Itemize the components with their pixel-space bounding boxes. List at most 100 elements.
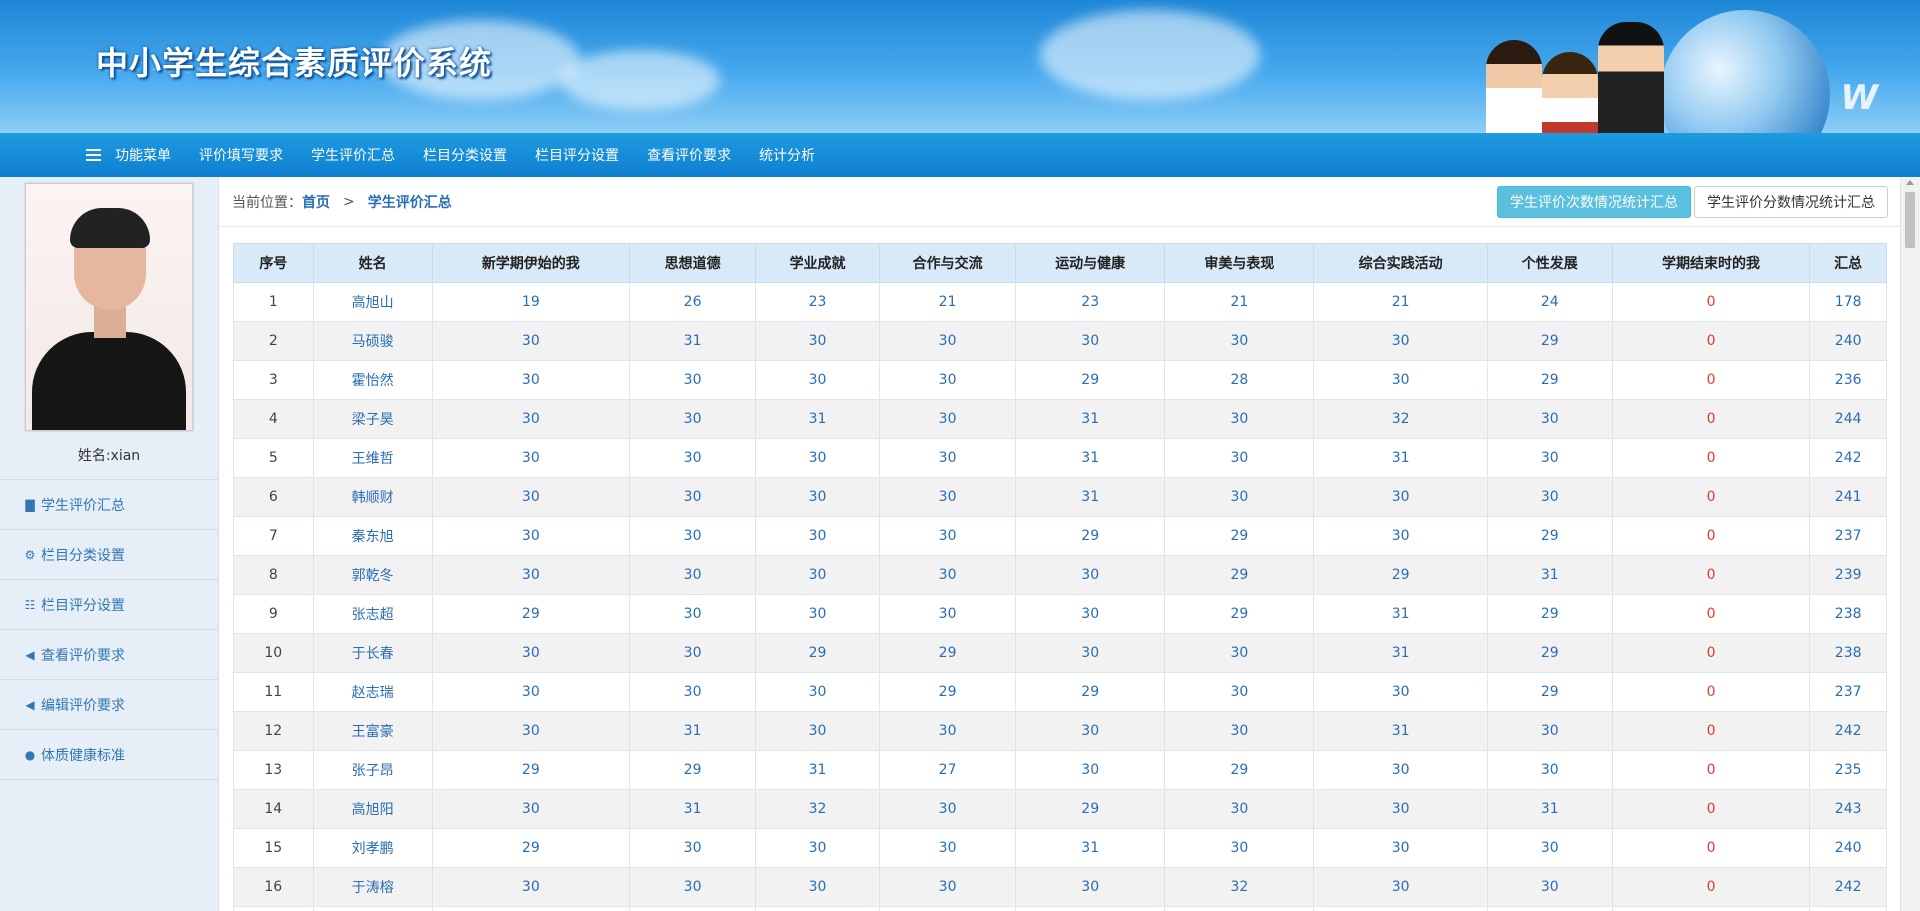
table-row[interactable]: 12 王富豪 30 31 30 30 30 30 31 30 0 242 [233,711,1887,751]
score-cell: 0 [1611,399,1811,439]
table-row[interactable]: 7 秦东旭 30 30 30 30 29 29 30 29 0 237 [233,516,1887,556]
score-cell: 0 [1611,516,1811,556]
banner-cloud [560,50,720,110]
score-cell: 30 [755,477,881,517]
student-name-cell[interactable]: 高旭阳 [312,789,433,829]
student-image [1486,40,1542,133]
breadcrumb-home-link[interactable]: 首页 [302,192,330,212]
column-header: 个性发展 [1486,243,1613,283]
column-header: 学业成就 [755,243,881,283]
nav-item-column-score-settings[interactable]: 栏目评分设置 [535,145,619,165]
nav-item-evaluation-requirements[interactable]: 评价填写要求 [199,145,283,165]
gear-icon: ⚙ [24,547,36,562]
table-row[interactable]: 11 赵志瑞 30 30 30 29 29 30 30 29 0 237 [233,672,1887,712]
student-name-cell[interactable]: 郭乾冬 [312,555,433,595]
score-cell: 30 [1486,438,1613,478]
table-row[interactable]: 8 郭乾冬 30 30 30 30 30 29 29 31 0 239 [233,555,1887,595]
table-row[interactable]: 10 于长春 30 30 29 29 30 30 31 29 0 238 [233,633,1887,673]
row-number-cell: 15 [233,828,314,868]
score-cell: 29 [1486,633,1613,673]
score-cell: 23 [755,282,881,322]
score-cell: 30 [431,477,631,517]
banner-cloud [1040,10,1260,100]
table-row[interactable]: 5 王维哲 30 30 30 30 31 30 31 30 0 242 [233,438,1887,478]
score-cell: 30 [1164,321,1315,361]
student-name-cell[interactable]: 赵志瑞 [312,672,433,712]
score-cell: 29 [1486,594,1613,634]
row-number-cell: 16 [233,867,314,907]
student-name-cell[interactable]: 刘孝鹏 [312,828,433,868]
scroll-up-arrow-icon[interactable] [1906,180,1914,185]
table-row[interactable]: 6 韩顺财 30 30 30 30 31 30 30 30 0 241 [233,477,1887,517]
score-cell: 30 [431,555,631,595]
score-cell: 30 [1164,789,1315,829]
student-name-cell[interactable]: 于涛榕 [312,867,433,907]
score-cell: 30 [1015,594,1166,634]
score-cell: 29 [1015,672,1166,712]
score-summary-button[interactable]: 学生评价分数情况统计汇总 [1694,186,1888,218]
nav-item-student-evaluation-summary[interactable]: 学生评价汇总 [311,145,395,165]
score-cell: 30 [1486,711,1613,751]
table-row[interactable]: 2 马硕骏 30 31 30 30 30 30 30 29 0 240 [233,321,1887,361]
score-cell: 30 [1313,828,1488,868]
score-cell: 29 [431,594,631,634]
score-cell: 30 [755,516,881,556]
vertical-scrollbar[interactable] [1900,177,1920,911]
breadcrumb-prefix: 当前位置： [232,194,302,211]
score-cell: 30 [1164,711,1315,751]
column-header: 综合实践活动 [1313,243,1488,283]
score-cell: 32 [1313,399,1488,439]
student-name-cell[interactable]: 王富豪 [312,711,433,751]
score-cell: 30 [1313,516,1488,556]
soccer-ball-icon: ● [24,747,36,762]
student-name-cell[interactable]: 梁子昊 [312,399,433,439]
score-cell: 30 [629,633,757,673]
score-cell: 30 [879,555,1017,595]
student-name-cell[interactable]: 霍怡然 [312,360,433,400]
sidebar-item-edit-evaluation-requirements[interactable]: ◀ 编辑评价要求 [0,679,218,729]
table-row[interactable]: 3 霍怡然 30 30 30 30 29 28 30 29 0 236 [233,360,1887,400]
nav-function-menu[interactable]: 功能菜单 [86,145,171,165]
student-name-cell[interactable]: 秦东旭 [312,516,433,556]
table-row[interactable]: 16 于涛榕 30 30 30 30 30 32 30 30 0 242 [233,867,1887,907]
score-cell: 30 [431,438,631,478]
student-name-cell[interactable]: 马硕骏 [312,321,433,361]
table-row[interactable]: 1 高旭山 19 26 23 21 23 21 21 24 0 178 [233,282,1887,322]
score-cell: 0 [1611,906,1811,911]
student-name-cell[interactable]: 韩顺财 [312,477,433,517]
student-name-cell[interactable]: 邢金程 [312,906,433,911]
table-row[interactable]: 13 张子昂 29 29 31 27 30 29 30 30 0 235 [233,750,1887,790]
sidebar-item-column-category-settings[interactable]: ⚙ 栏目分类设置 [0,529,218,579]
student-name-cell[interactable]: 高旭山 [312,282,433,322]
score-cell: 29 [879,633,1017,673]
score-cell: 0 [1611,594,1811,634]
nav-item-column-category-settings[interactable]: 栏目分类设置 [423,145,507,165]
sidebar-item-label: 学生评价汇总 [41,497,125,514]
sidebar-item-physical-health-standards[interactable]: ● 体质健康标准 [0,729,218,780]
nav-item-statistics[interactable]: 统计分析 [759,145,815,165]
table-row[interactable]: 14 高旭阳 30 31 32 30 29 30 30 31 0 243 [233,789,1887,829]
table-row[interactable]: 17邢金程30303030292929310238 [233,906,1887,911]
scrollbar-thumb[interactable] [1905,192,1915,248]
student-name-cell[interactable]: 于长春 [312,633,433,673]
sidebar-item-column-score-settings[interactable]: ☷ 栏目评分设置 [0,579,218,629]
sidebar-item-view-evaluation-requirements[interactable]: ◀ 查看评价要求 [0,629,218,679]
nav-item-view-evaluation-requirements[interactable]: 查看评价要求 [647,145,731,165]
score-cell: 31 [629,321,757,361]
avatar [25,183,193,431]
header-banner: 中小学生综合素质评价系统 中小学生综合素质评价系统 W [0,0,1920,133]
score-cell: 30 [1164,672,1315,712]
score-cell: 242 [1809,438,1887,478]
table-row[interactable]: 4 梁子昊 30 30 31 30 31 30 32 30 0 244 [233,399,1887,439]
breadcrumb-current[interactable]: 学生评价汇总 [368,192,452,212]
score-cell: 0 [1611,750,1811,790]
count-summary-button[interactable]: 学生评价次数情况统计汇总 [1497,186,1691,218]
table-row[interactable]: 9 张志超 29 30 30 30 30 29 31 29 0 238 [233,594,1887,634]
table-row[interactable]: 15 刘孝鹏 29 30 30 30 31 30 30 30 0 240 [233,828,1887,868]
student-name-cell[interactable]: 张志超 [312,594,433,634]
student-name-cell[interactable]: 张子昂 [312,750,433,790]
username-label: 姓名:xian [77,448,141,464]
score-cell: 30 [1015,750,1166,790]
sidebar-item-student-evaluation-summary[interactable]: ▇ 学生评价汇总 [0,479,218,529]
student-name-cell[interactable]: 王维哲 [312,438,433,478]
